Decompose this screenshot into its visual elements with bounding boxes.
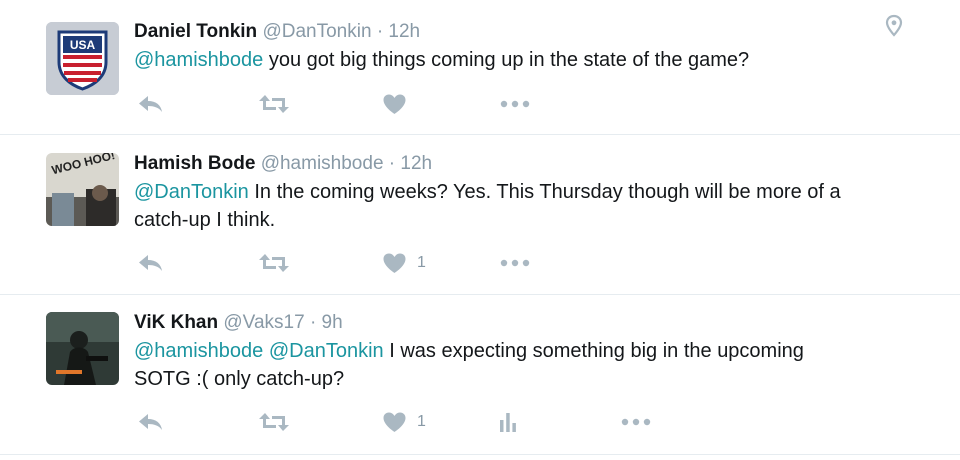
display-name[interactable]: Hamish Bode — [134, 153, 255, 174]
heart-icon — [383, 412, 406, 432]
timestamp[interactable]: 12h — [388, 21, 420, 42]
reply-button[interactable] — [137, 248, 165, 278]
like-button[interactable] — [382, 89, 417, 119]
separator: · — [376, 21, 384, 42]
heart-icon — [383, 94, 406, 114]
tweet[interactable]: ViK Khan @Vaks17 · 9h @hamishbode @DanTo… — [0, 295, 960, 455]
analytics-button[interactable] — [498, 407, 518, 437]
svg-text:USA: USA — [70, 38, 96, 52]
display-name[interactable]: ViK Khan — [134, 312, 218, 333]
heart-icon — [383, 253, 406, 273]
tweet-header: Daniel Tonkin @DanTonkin · 12h — [134, 20, 420, 44]
tweet-text: @hamishbode you got big things coming up… — [134, 49, 750, 71]
mention-link[interactable]: @hamishbode — [134, 340, 263, 362]
reply-icon — [139, 255, 162, 271]
more-button[interactable] — [500, 89, 530, 119]
more-icon — [500, 259, 530, 267]
tweet-text-line: @hamishbode @DanTonkin I was expecting s… — [134, 340, 804, 362]
reply-icon — [139, 96, 162, 112]
tweet[interactable]: WOO HOO! Hamish Bode @hamishbode · 12h @… — [0, 135, 960, 295]
tweet-text: @hamishbode @DanTonkin I was expecting s… — [134, 337, 904, 393]
reply-icon — [139, 414, 162, 430]
more-icon — [621, 418, 651, 426]
like-button[interactable]: 1 — [382, 407, 426, 437]
location-pin-icon[interactable] — [884, 14, 904, 43]
more-icon — [500, 100, 530, 108]
tweet-text-line: catch-up I think. — [134, 209, 276, 231]
avatar[interactable] — [46, 312, 119, 385]
tweet-header: Hamish Bode @hamishbode · 12h — [134, 152, 432, 176]
mention-link[interactable]: @hamishbode — [134, 49, 263, 71]
handle[interactable]: @DanTonkin — [262, 21, 371, 42]
timestamp[interactable]: 12h — [400, 153, 432, 174]
tweet-text: @DanTonkin In the coming weeks? Yes. Thi… — [134, 178, 904, 234]
mention-link[interactable]: @DanTonkin — [269, 340, 384, 362]
like-button[interactable]: 1 — [382, 248, 426, 278]
like-count: 1 — [417, 254, 426, 271]
retweet-icon — [259, 413, 289, 431]
more-button[interactable] — [621, 407, 651, 437]
reply-button[interactable] — [137, 407, 165, 437]
tweet-actions: 1 — [134, 407, 651, 437]
tweet-text-line: SOTG :( only catch-up? — [134, 368, 345, 390]
reply-button[interactable] — [137, 89, 165, 119]
retweet-icon — [259, 95, 289, 113]
tweet-actions: 1 — [134, 248, 554, 278]
avatar[interactable]: WOO HOO! — [46, 153, 119, 226]
retweet-icon — [259, 254, 289, 272]
more-button[interactable] — [500, 248, 530, 278]
handle[interactable]: @hamishbode — [261, 153, 384, 174]
display-name[interactable]: Daniel Tonkin — [134, 21, 257, 42]
separator: · — [309, 312, 317, 333]
tweet[interactable]: USA Daniel Tonkin @DanTonkin · 12h @hami… — [0, 0, 960, 135]
handle[interactable]: @Vaks17 — [223, 312, 304, 333]
timeline: USA Daniel Tonkin @DanTonkin · 12h @hami… — [0, 0, 960, 460]
usa-shield-icon: USA — [46, 22, 119, 95]
retweet-button[interactable] — [258, 248, 290, 278]
tweet-actions — [134, 89, 554, 119]
separator: · — [388, 153, 396, 174]
analytics-icon — [500, 413, 516, 432]
graffiti-photo-icon: WOO HOO! — [46, 153, 119, 226]
mention-link[interactable]: @DanTonkin — [134, 181, 249, 203]
retweet-button[interactable] — [258, 407, 290, 437]
tweet-header: ViK Khan @Vaks17 · 9h — [134, 311, 343, 335]
like-count: 1 — [417, 413, 426, 430]
tweet-text-line: @DanTonkin In the coming weeks? Yes. Thi… — [134, 181, 841, 203]
game-art-icon — [46, 312, 119, 385]
retweet-button[interactable] — [258, 89, 290, 119]
avatar[interactable]: USA — [46, 22, 119, 95]
timestamp[interactable]: 9h — [322, 312, 343, 333]
